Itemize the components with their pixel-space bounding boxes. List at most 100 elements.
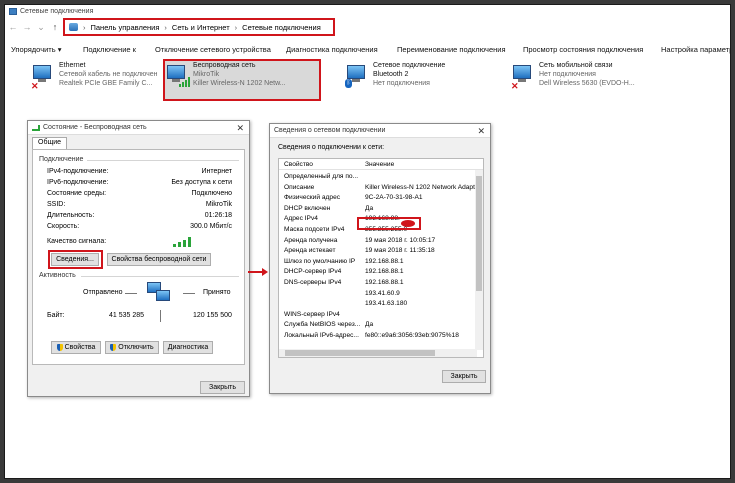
disable-button[interactable]: Отключить (105, 341, 159, 354)
connection-name: Беспроводная сеть (193, 62, 256, 69)
detail-property: DHCP включен (284, 204, 331, 212)
detail-property: Физический адрес (284, 194, 341, 202)
connect-to-button[interactable]: Подключение к (83, 45, 136, 54)
explorer-window: Сетевые подключения ← → ⌄ ↑ › Панель упр… (4, 4, 731, 479)
close-button[interactable]: Закрыть (200, 381, 245, 394)
detail-value: Killer Wireless-N 1202 Network Adapte (365, 183, 475, 191)
breadcrumb-control-panel[interactable]: Панель управления (91, 23, 160, 32)
network-folder-icon (9, 7, 17, 15)
bytes-label: Байт: (47, 312, 65, 319)
detail-value: 193.41.63.180 (365, 300, 408, 308)
column-header-value[interactable]: Значение (365, 161, 394, 168)
up-arrow-icon[interactable]: ↑ (49, 21, 61, 33)
organize-menu[interactable]: Упорядочить ▾ (11, 45, 61, 54)
signal-quality-label: Качество сигнала: (47, 238, 107, 245)
row-value: MikroTik (205, 201, 232, 208)
row-label: Длительность: (47, 212, 95, 219)
vertical-scrollbar[interactable] (475, 170, 483, 350)
history-chevron-icon[interactable]: ⌄ (35, 21, 47, 33)
section-connection: Подключение (39, 156, 84, 163)
close-button[interactable]: Закрыть (442, 370, 486, 383)
sent-label: Отправлено (83, 289, 123, 296)
tab-general[interactable]: Общие (32, 137, 68, 149)
detail-property: Локальный IPv6-адрес... (284, 332, 359, 339)
dialog-title: Состояние - Беспроводная сеть (43, 124, 147, 131)
general-panel: Подключение IPv4-подключение: Интернет I… (32, 149, 245, 365)
detail-property: WINS-сервер IPv4 (284, 310, 340, 318)
connection-status: MikroTik (193, 71, 220, 78)
connection-name: Сетевое подключение Bluetooth 2 (373, 62, 446, 78)
row-label: IPv4-подключение: (47, 168, 109, 175)
signal-strength-icon (173, 237, 195, 247)
detail-value: 9C-2A-70-31-98-A1 (365, 194, 423, 202)
detail-value: 192.168.88.1 (365, 268, 404, 276)
wireless-properties-button[interactable]: Свойства беспроводной сети (107, 253, 211, 266)
bytes-sent-value: 41 535 285 (109, 312, 145, 319)
received-label: Принято (203, 289, 231, 296)
address-bar[interactable]: › Панель управления › Сеть и Интернет › … (63, 18, 335, 36)
rename-connection-button[interactable]: Переименование подключения (397, 45, 506, 54)
connection-device: Dell Wireless 5630 (EVDO-H... (539, 80, 635, 87)
column-header-property[interactable]: Свойство (284, 161, 313, 168)
dialog-title: Сведения о сетевом подключении (274, 127, 386, 134)
connection-bluetooth[interactable]: ᛒ Сетевое подключение Bluetooth 2 Нет по… (345, 61, 475, 99)
connection-device: Realtek PCIe GBE Family C... (59, 80, 153, 87)
detail-property: Адрес IPv4 (284, 215, 318, 223)
row-value: 300.0 Мбит/с (190, 223, 232, 230)
window-title: Сетевые подключения (20, 7, 94, 15)
close-icon[interactable]: ✕ (236, 123, 244, 134)
diagnose-connection-button[interactable]: Диагностика подключения (286, 45, 378, 54)
wireless-status-dialog: Состояние - Беспроводная сеть ✕ Общие По… (27, 120, 250, 397)
detail-value: 193.41.60.9 (365, 289, 400, 297)
forward-arrow-icon[interactable]: → (21, 21, 33, 33)
row-value: Интернет (201, 168, 232, 175)
shield-icon (56, 344, 63, 351)
row-label: SSID: (47, 201, 66, 208)
properties-button[interactable]: Свойства (51, 341, 101, 354)
bluetooth-icon: ᛒ (345, 79, 352, 88)
back-arrow-icon[interactable]: ← (7, 21, 19, 33)
row-value: Подключено (191, 190, 232, 197)
detail-value: 192.168.88.1 (365, 279, 404, 286)
connection-status: Сетевой кабель не подключен (59, 71, 158, 78)
connection-mobile[interactable]: ✕ Сеть мобильной связи Нет подключения D… (511, 61, 651, 99)
detail-property: Служба NetBIOS через... (284, 321, 361, 329)
command-toolbar: Упорядочить ▾ Подключение к Отключение с… (5, 41, 730, 57)
connection-ethernet[interactable]: ✕ Ethernet Сетевой кабель не подключен R… (31, 61, 159, 99)
detail-property: DHCP-сервер IPv4 (284, 268, 342, 276)
close-icon[interactable]: ✕ (477, 126, 485, 137)
detail-value: 19 мая 2018 г. 11:35:18 (365, 247, 435, 255)
section-activity: Активность (39, 272, 76, 279)
detail-value: fe80::e9a6:3056:93eb:9075%18 (365, 332, 459, 339)
disable-device-button[interactable]: Отключение сетевого устройства (155, 45, 271, 54)
window-titlebar: Сетевые подключения (5, 5, 730, 17)
horizontal-scrollbar[interactable] (279, 349, 477, 357)
connection-status: Нет подключения (373, 80, 430, 87)
connection-name: Сеть мобильной связи (539, 62, 613, 69)
mobile-adapter-icon: ✕ (511, 63, 535, 91)
pointer-arrow (248, 268, 268, 276)
detail-property: DNS-серверы IPv4 (284, 279, 342, 286)
detail-value: 19 мая 2018 г. 10:05:17 (365, 236, 436, 244)
ethernet-adapter-icon: ✕ (31, 63, 55, 91)
redacted-mark (401, 220, 415, 227)
breadcrumb-network-internet[interactable]: Сеть и Интернет (172, 23, 230, 32)
control-panel-icon (69, 23, 78, 31)
bytes-received-value: 120 155 500 (193, 312, 232, 319)
shield-icon (110, 344, 117, 351)
details-subtitle: Сведения о подключении к сети: (278, 144, 385, 151)
diagnose-button[interactable]: Диагностика (163, 341, 213, 354)
detail-value: Да (365, 204, 374, 212)
connection-status: Нет подключения (539, 71, 596, 78)
row-label: Скорость: (47, 223, 80, 230)
connection-details-dialog: Сведения о сетевом подключении ✕ Сведени… (269, 123, 491, 394)
connection-wireless[interactable]: Беспроводная сеть MikroTik Killer Wirele… (163, 59, 321, 101)
view-status-button[interactable]: Просмотр состояния подключения (523, 45, 643, 54)
navigation-bar: ← → ⌄ ↑ › Панель управления › Сеть и Инт… (5, 17, 730, 37)
change-settings-button[interactable]: Настройка параметр (661, 45, 730, 54)
detail-property: Маска подсети IPv4 (284, 226, 345, 233)
detail-property: Определенный для по... (284, 173, 359, 180)
breadcrumb-network-connections[interactable]: Сетевые подключения (242, 23, 321, 32)
details-highlight (48, 250, 103, 269)
details-table[interactable]: Свойство Значение Определенный для по...… (278, 158, 484, 358)
